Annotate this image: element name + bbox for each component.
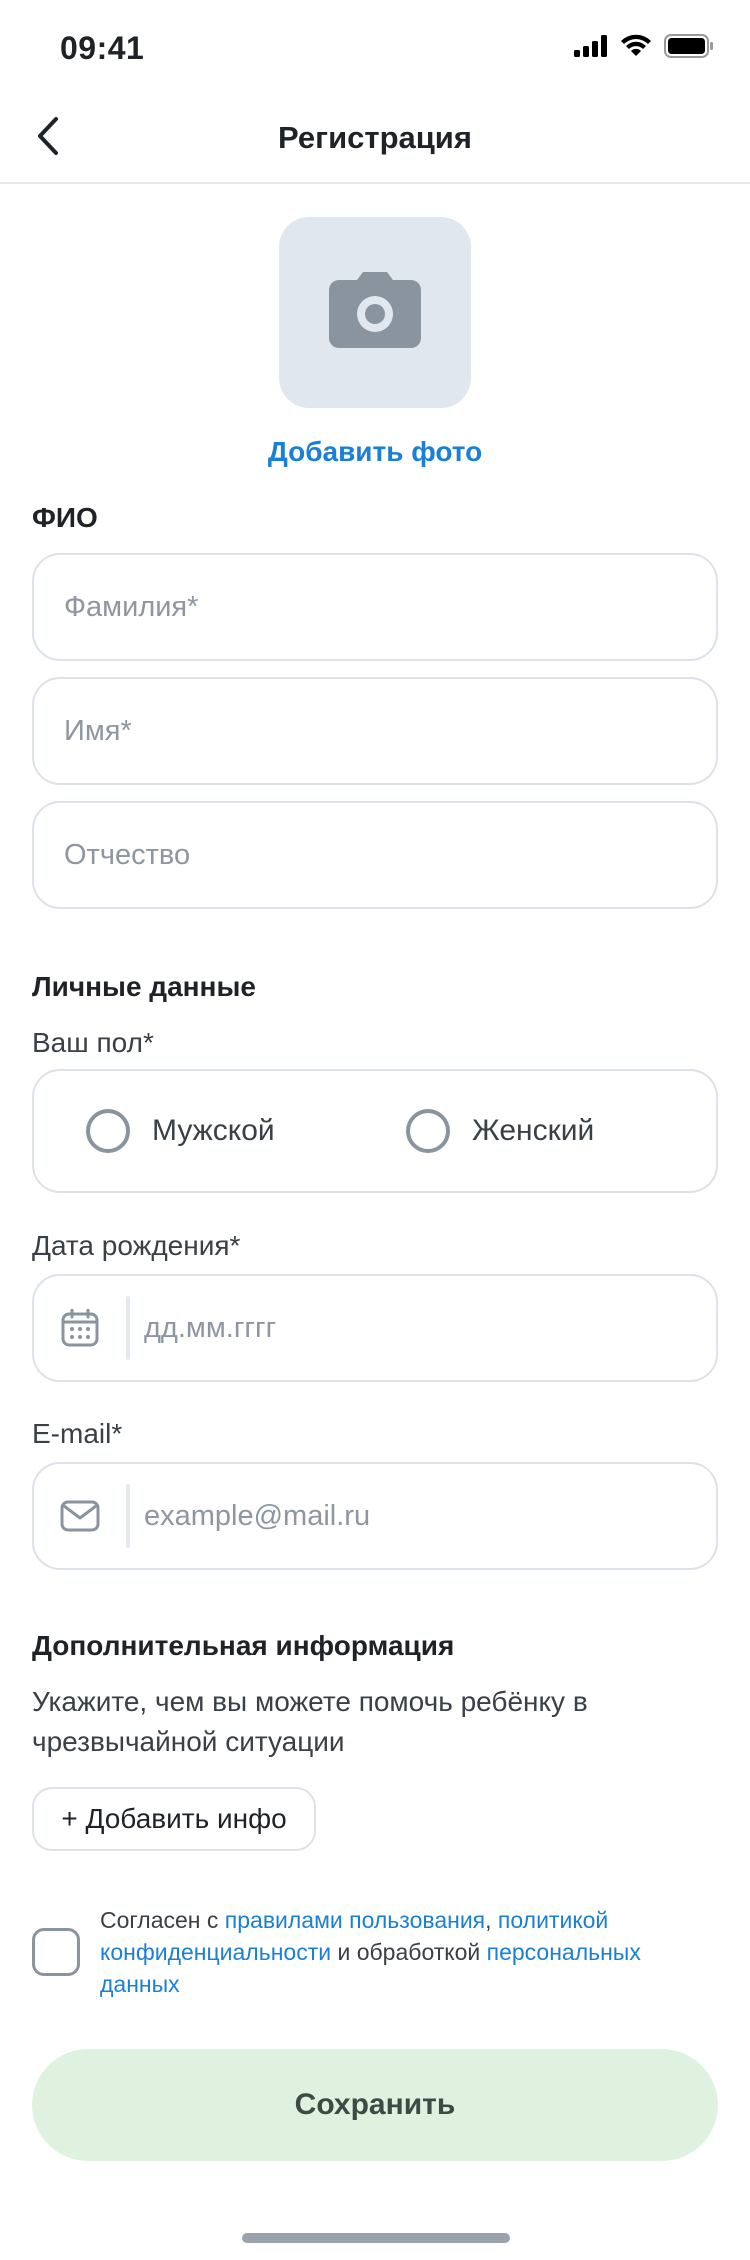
name-field[interactable] — [32, 677, 718, 785]
home-indicator — [242, 2233, 510, 2243]
email-input[interactable] — [130, 1464, 716, 1568]
gender-selector: Мужской Женский — [32, 1069, 718, 1193]
email-field[interactable] — [32, 1462, 718, 1570]
signal-icon — [574, 35, 608, 62]
birth-date-input[interactable] — [130, 1276, 716, 1380]
agreement-text: Согласен с правилами пользования, полити… — [100, 1904, 720, 2000]
battery-icon — [664, 34, 714, 63]
gender-option-female[interactable]: Женский — [406, 1071, 594, 1191]
agreement-checkbox[interactable] — [32, 1928, 80, 1976]
terms-link[interactable]: правилами пользования — [225, 1907, 485, 1933]
patronymic-field[interactable] — [32, 801, 718, 909]
birth-date-field[interactable] — [32, 1274, 718, 1382]
gender-male-label: Мужской — [152, 1114, 275, 1147]
agreement-middle: и обработкой — [331, 1939, 487, 1965]
surname-input[interactable] — [34, 555, 716, 659]
camera-icon — [327, 270, 423, 355]
radio-button-male[interactable] — [86, 1109, 130, 1153]
name-input[interactable] — [34, 679, 716, 783]
wifi-icon — [620, 34, 652, 63]
surname-field[interactable] — [32, 553, 718, 661]
save-button[interactable]: Сохранить — [32, 2049, 718, 2161]
status-icons — [574, 34, 714, 63]
personal-section-title: Личные данные — [32, 971, 256, 1002]
status-bar: 09:41 — [0, 0, 750, 92]
gender-label: Ваш пол* — [32, 1027, 154, 1058]
gender-option-male[interactable]: Мужской — [86, 1071, 275, 1191]
photo-upload-button[interactable] — [279, 217, 471, 408]
birth-date-label: Дата рождения* — [32, 1230, 241, 1261]
radio-button-female[interactable] — [406, 1109, 450, 1153]
agreement-comma: , — [485, 1907, 498, 1933]
calendar-icon — [34, 1276, 126, 1380]
additional-section-title: Дополнительная информация — [32, 1630, 455, 1661]
additional-description: Укажите, чем вы можете помочь ребёнку в … — [32, 1686, 588, 1757]
patronymic-input[interactable] — [34, 803, 716, 907]
status-time: 09:41 — [60, 30, 145, 66]
fio-section-title: ФИО — [32, 502, 98, 533]
add-photo-link[interactable]: Добавить фото — [0, 436, 750, 468]
gender-female-label: Женский — [472, 1114, 595, 1147]
page-title: Регистрация — [278, 120, 472, 155]
email-label: E-mail* — [32, 1418, 123, 1449]
agreement-prefix: Согласен с — [100, 1907, 225, 1933]
nav-bar: Регистрация — [0, 92, 750, 184]
mail-icon — [34, 1464, 126, 1568]
add-info-button[interactable]: + Добавить инфо — [32, 1787, 316, 1851]
